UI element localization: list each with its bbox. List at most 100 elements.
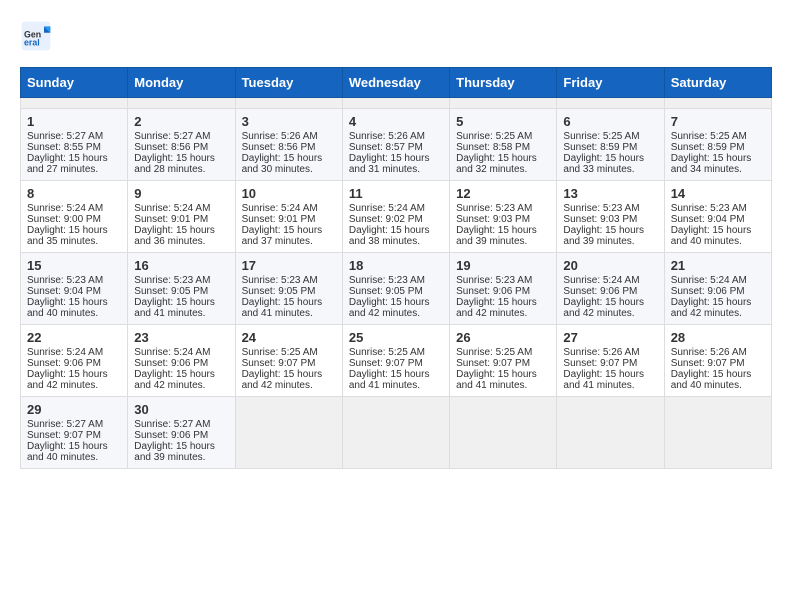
cell-text: and 27 minutes. — [27, 164, 121, 175]
cell-text: Sunset: 8:59 PM — [563, 142, 657, 153]
cell-text: Daylight: 15 hours — [456, 369, 550, 380]
cell-text: and 42 minutes. — [456, 308, 550, 319]
cell-text: Sunrise: 5:24 AM — [671, 275, 765, 286]
cell-text: Sunrise: 5:23 AM — [349, 275, 443, 286]
cell-text: Sunrise: 5:24 AM — [563, 275, 657, 286]
calendar-cell: 12Sunrise: 5:23 AMSunset: 9:03 PMDayligh… — [450, 181, 557, 253]
cell-text: Daylight: 15 hours — [27, 225, 121, 236]
cell-text: and 33 minutes. — [563, 164, 657, 175]
cell-text: Daylight: 15 hours — [671, 297, 765, 308]
calendar-cell: 30Sunrise: 5:27 AMSunset: 9:06 PMDayligh… — [128, 397, 235, 469]
cell-text: and 42 minutes. — [27, 380, 121, 391]
calendar-cell: 8Sunrise: 5:24 AMSunset: 9:00 PMDaylight… — [21, 181, 128, 253]
cell-text: Sunrise: 5:26 AM — [242, 131, 336, 142]
cell-text: Sunrise: 5:26 AM — [671, 347, 765, 358]
calendar-cell: 24Sunrise: 5:25 AMSunset: 9:07 PMDayligh… — [235, 325, 342, 397]
cell-text: and 35 minutes. — [27, 236, 121, 247]
day-number: 12 — [456, 186, 550, 201]
cell-text: Daylight: 15 hours — [349, 297, 443, 308]
cell-text: Daylight: 15 hours — [563, 153, 657, 164]
calendar-cell: 1Sunrise: 5:27 AMSunset: 8:55 PMDaylight… — [21, 109, 128, 181]
calendar-cell: 23Sunrise: 5:24 AMSunset: 9:06 PMDayligh… — [128, 325, 235, 397]
cell-text: Sunrise: 5:23 AM — [563, 203, 657, 214]
day-number: 21 — [671, 258, 765, 273]
calendar-table: SundayMondayTuesdayWednesdayThursdayFrid… — [20, 67, 772, 469]
day-number: 4 — [349, 114, 443, 129]
cell-text: Sunrise: 5:24 AM — [349, 203, 443, 214]
cell-text: Daylight: 15 hours — [563, 297, 657, 308]
cell-text: and 41 minutes. — [456, 380, 550, 391]
col-header-wednesday: Wednesday — [342, 68, 449, 98]
day-number: 25 — [349, 330, 443, 345]
day-number: 3 — [242, 114, 336, 129]
calendar-cell: 11Sunrise: 5:24 AMSunset: 9:02 PMDayligh… — [342, 181, 449, 253]
day-number: 18 — [349, 258, 443, 273]
cell-text: and 41 minutes. — [134, 308, 228, 319]
cell-text: Daylight: 15 hours — [671, 153, 765, 164]
cell-text: and 41 minutes. — [242, 308, 336, 319]
cell-text: Daylight: 15 hours — [27, 297, 121, 308]
calendar-cell: 3Sunrise: 5:26 AMSunset: 8:56 PMDaylight… — [235, 109, 342, 181]
calendar-cell — [450, 98, 557, 109]
cell-text: Daylight: 15 hours — [27, 369, 121, 380]
calendar-week-5: 29Sunrise: 5:27 AMSunset: 9:07 PMDayligh… — [21, 397, 772, 469]
calendar-week-2: 8Sunrise: 5:24 AMSunset: 9:00 PMDaylight… — [21, 181, 772, 253]
calendar-cell: 26Sunrise: 5:25 AMSunset: 9:07 PMDayligh… — [450, 325, 557, 397]
cell-text: and 34 minutes. — [671, 164, 765, 175]
cell-text: and 28 minutes. — [134, 164, 228, 175]
calendar-cell — [557, 397, 664, 469]
day-number: 1 — [27, 114, 121, 129]
cell-text: Sunrise: 5:24 AM — [134, 347, 228, 358]
day-number: 5 — [456, 114, 550, 129]
calendar-cell — [342, 98, 449, 109]
calendar-cell: 29Sunrise: 5:27 AMSunset: 9:07 PMDayligh… — [21, 397, 128, 469]
svg-text:eral: eral — [24, 38, 40, 48]
cell-text: Sunset: 9:07 PM — [671, 358, 765, 369]
cell-text: Sunrise: 5:27 AM — [134, 419, 228, 430]
calendar-cell — [235, 397, 342, 469]
calendar-cell — [235, 98, 342, 109]
cell-text: Daylight: 15 hours — [134, 369, 228, 380]
day-number: 27 — [563, 330, 657, 345]
calendar-cell: 18 Sunrise: 5:23 AMSunset: 9:05 PMDayligh… — [342, 253, 449, 325]
day-number: 28 — [671, 330, 765, 345]
day-number: 14 — [671, 186, 765, 201]
cell-text: Daylight: 15 hours — [242, 225, 336, 236]
cell-text: and 38 minutes. — [349, 236, 443, 247]
cell-text: Sunset: 9:05 PM — [349, 286, 443, 297]
cell-text: and 42 minutes. — [563, 308, 657, 319]
cell-text: Sunset: 8:56 PM — [242, 142, 336, 153]
calendar-cell — [342, 397, 449, 469]
col-header-saturday: Saturday — [664, 68, 771, 98]
calendar-cell: 21 Sunrise: 5:24 AMSunset: 9:06 PMDayligh… — [664, 253, 771, 325]
cell-text: Daylight: 15 hours — [242, 369, 336, 380]
cell-text: Sunset: 9:02 PM — [349, 214, 443, 225]
cell-text: Sunset: 9:06 PM — [456, 286, 550, 297]
day-number: 17 — [242, 258, 336, 273]
cell-text: Daylight: 15 hours — [27, 441, 121, 452]
cell-text: Daylight: 15 hours — [242, 297, 336, 308]
cell-text: Daylight: 15 hours — [134, 225, 228, 236]
calendar-cell — [664, 397, 771, 469]
calendar-cell — [21, 98, 128, 109]
cell-text: Sunrise: 5:23 AM — [242, 275, 336, 286]
cell-text: and 39 minutes. — [456, 236, 550, 247]
cell-text: Sunset: 9:06 PM — [671, 286, 765, 297]
cell-text: Sunset: 8:57 PM — [349, 142, 443, 153]
cell-text: Daylight: 15 hours — [349, 369, 443, 380]
cell-text: and 41 minutes. — [349, 380, 443, 391]
cell-text: Sunset: 9:07 PM — [349, 358, 443, 369]
cell-text: Sunset: 9:01 PM — [242, 214, 336, 225]
calendar-week-1: 1Sunrise: 5:27 AMSunset: 8:55 PMDaylight… — [21, 109, 772, 181]
cell-text: and 42 minutes. — [134, 380, 228, 391]
logo-icon: Gen eral — [20, 20, 52, 52]
cell-text: Sunrise: 5:27 AM — [27, 131, 121, 142]
col-header-tuesday: Tuesday — [235, 68, 342, 98]
calendar-cell: 20Sunrise: 5:24 AMSunset: 9:06 PMDayligh… — [557, 253, 664, 325]
calendar-cell: 22Sunrise: 5:24 AMSunset: 9:06 PMDayligh… — [21, 325, 128, 397]
cell-text: Daylight: 15 hours — [456, 153, 550, 164]
calendar-cell: 9Sunrise: 5:24 AMSunset: 9:01 PMDaylight… — [128, 181, 235, 253]
cell-text: Daylight: 15 hours — [456, 225, 550, 236]
calendar-cell: 2Sunrise: 5:27 AMSunset: 8:56 PMDaylight… — [128, 109, 235, 181]
calendar-cell: 7Sunrise: 5:25 AMSunset: 8:59 PMDaylight… — [664, 109, 771, 181]
